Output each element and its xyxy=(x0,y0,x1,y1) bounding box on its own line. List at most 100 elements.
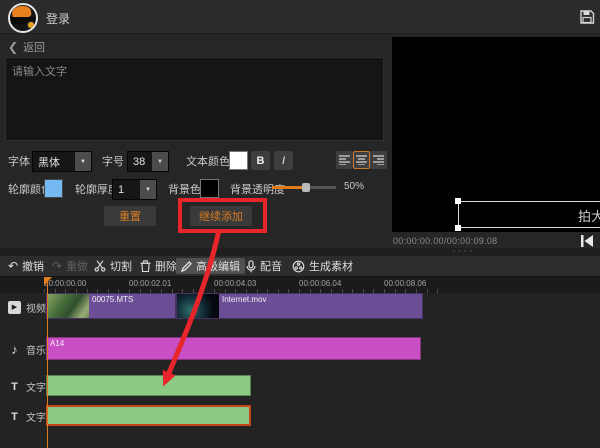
chevron-left-icon: ❮ xyxy=(8,40,18,54)
undo-button[interactable]: ↶ 撤销 xyxy=(8,258,44,274)
text-track-icon: T xyxy=(8,380,21,393)
align-right-icon xyxy=(373,155,384,165)
text-selection-box[interactable]: 拍大师 xyxy=(458,201,600,228)
ruler-tick xyxy=(437,289,438,293)
redo-label: 重做 xyxy=(66,258,88,274)
size-select[interactable]: 38 ▼ xyxy=(127,151,169,172)
font-select[interactable]: 黑体 ▼ xyxy=(32,151,92,172)
font-select-value: 黑体 xyxy=(33,154,75,170)
timeline-clip-Internet.mov[interactable]: Internet.mov xyxy=(176,293,423,319)
track-name: 文字 xyxy=(26,379,46,394)
pen-icon xyxy=(181,261,192,272)
skip-to-start-button[interactable] xyxy=(579,234,595,248)
scissors-icon xyxy=(94,260,106,272)
bg-color-label: 背景色 xyxy=(168,181,201,197)
align-left-button[interactable] xyxy=(336,151,353,169)
outline-width-value: 1 xyxy=(113,184,140,196)
timecode-display: 00:00:00.00/00:00:09.08 xyxy=(393,236,498,246)
timeline-clip-00075.MTS[interactable]: 00075.MTS xyxy=(46,293,176,319)
generate-material-button[interactable]: 生成素材 xyxy=(292,258,353,274)
video-editor-app: 登录 ❮返回 字体 黑体 ▼ 字号 38 ▼ 文本颜色 B I xyxy=(0,0,600,448)
timeline-clip[interactable] xyxy=(46,405,251,426)
cut-label: 切割 xyxy=(110,258,132,274)
music-track-icon: ♪ xyxy=(8,343,21,356)
align-left-icon xyxy=(339,155,350,165)
back-button[interactable]: ❮ 返回 xyxy=(8,39,45,55)
chevron-down-icon: ▼ xyxy=(152,152,168,171)
outline-width-select[interactable]: 1 ▼ xyxy=(112,179,157,200)
clip-thumbnail xyxy=(47,294,89,318)
save-icon[interactable] xyxy=(579,9,595,25)
track-name: 视频 xyxy=(26,300,46,315)
timeline-toolbar: ↶ 撤销 ↷ 重做 切割 删除 xyxy=(0,256,600,276)
panel-splitter[interactable]: ···· xyxy=(0,248,600,256)
redo-button[interactable]: ↷ 重做 xyxy=(52,258,88,274)
track-label-video: ▶ 视频 xyxy=(8,300,46,315)
align-center-button[interactable] xyxy=(353,151,370,169)
ruler-label: 00:00:00.00 xyxy=(44,279,86,288)
subtitle-text-input[interactable] xyxy=(5,57,384,141)
advanced-edit-button[interactable]: 高级编辑 xyxy=(176,258,245,274)
chevron-down-icon: ▼ xyxy=(140,180,156,199)
text-color-swatch[interactable] xyxy=(229,151,248,170)
redo-icon: ↷ xyxy=(52,260,62,272)
ruler-label: 00:00:04.03 xyxy=(214,279,256,288)
timeline: 00:00:00.00 00:00:02.01 00:00:04.03 00:00:0… xyxy=(0,276,600,448)
timeline-ruler[interactable]: 00:00:00.00 00:00:02.01 00:00:04.03 00:00:0… xyxy=(0,277,600,293)
delete-label: 删除 xyxy=(155,258,177,274)
track-name: 文字 xyxy=(26,409,46,424)
bg-color-swatch[interactable] xyxy=(200,179,219,198)
align-center-icon xyxy=(356,155,367,165)
ruler-tick xyxy=(427,289,428,293)
trash-icon xyxy=(140,260,151,272)
playhead-line[interactable] xyxy=(47,277,48,448)
logo-dot-shape xyxy=(27,21,35,29)
slider-thumb[interactable] xyxy=(302,183,310,192)
ruler-label: 00:00:06.04 xyxy=(299,279,341,288)
watermark-text: 拍大师 xyxy=(578,206,600,225)
continue-add-button[interactable]: 继续添加 xyxy=(190,206,252,226)
clip-thumbnail xyxy=(177,294,219,318)
clip-label: 00075.MTS xyxy=(92,295,133,304)
back-label: 返回 xyxy=(23,42,45,54)
slider-fill xyxy=(272,186,305,189)
video-preview[interactable]: 拍大师 xyxy=(392,37,600,232)
bg-opacity-value: 50% xyxy=(344,181,364,192)
microphone-icon xyxy=(246,260,256,273)
bg-opacity-label: 背景透明度 xyxy=(230,181,285,197)
track-label-text: T 文字 xyxy=(8,379,46,394)
undo-icon: ↶ xyxy=(8,260,18,272)
text-track-icon: T xyxy=(8,410,21,423)
align-right-button[interactable] xyxy=(370,151,387,169)
undo-label: 撤销 xyxy=(22,258,44,274)
timeline-clip-A14[interactable]: A14 xyxy=(46,337,421,360)
video-track-icon: ▶ xyxy=(8,301,21,314)
italic-button[interactable]: I xyxy=(274,151,293,170)
ruler-label: 00:00:02.01 xyxy=(129,279,171,288)
selection-handle[interactable] xyxy=(455,225,461,231)
dub-button[interactable]: 配音 xyxy=(246,258,282,274)
app-logo-icon[interactable] xyxy=(8,3,38,33)
timeline-clip[interactable] xyxy=(46,375,251,396)
bg-opacity-slider[interactable] xyxy=(272,186,336,189)
text-color-label: 文本颜色 xyxy=(186,153,230,169)
delete-button[interactable]: 删除 xyxy=(140,258,177,274)
reset-button[interactable]: 重置 xyxy=(104,206,156,226)
font-label: 字体 xyxy=(8,153,30,169)
generate-material-label: 生成素材 xyxy=(309,258,353,274)
outline-color-swatch[interactable] xyxy=(44,179,63,198)
bold-button[interactable]: B xyxy=(251,151,270,170)
chevron-down-icon: ▼ xyxy=(75,152,91,171)
advanced-edit-label: 高级编辑 xyxy=(196,258,240,274)
top-bar: 登录 xyxy=(0,0,600,34)
track-label-music: ♪ 音乐 xyxy=(8,342,46,357)
ruler-label: 00:00:08.06 xyxy=(384,279,426,288)
dub-label: 配音 xyxy=(260,258,282,274)
selection-handle[interactable] xyxy=(455,198,461,204)
login-button[interactable]: 登录 xyxy=(46,10,70,27)
track-label-text: T 文字 xyxy=(8,409,46,424)
cut-button[interactable]: 切割 xyxy=(94,258,132,274)
ruler-tick xyxy=(44,289,45,293)
track-name: 音乐 xyxy=(26,342,46,357)
film-reel-icon xyxy=(292,260,305,273)
